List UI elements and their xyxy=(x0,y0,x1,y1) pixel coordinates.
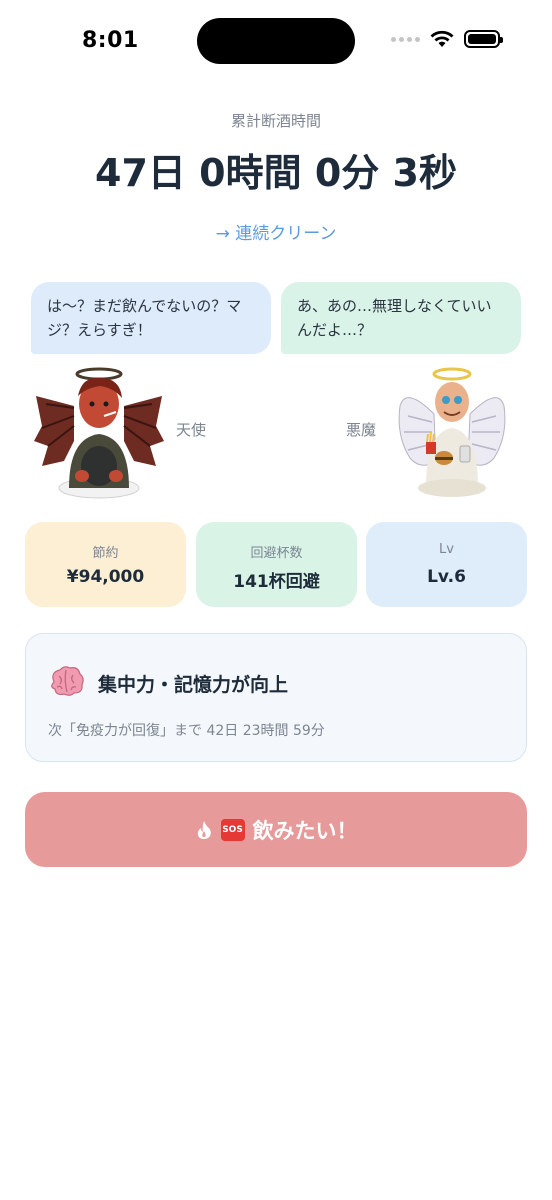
status-indicators xyxy=(391,30,503,48)
devil-character-image xyxy=(34,367,164,499)
level-label: Lv xyxy=(439,542,454,557)
angel-speech-bubble: あ、あの…無理しなくていいんだよ…？ xyxy=(281,282,521,354)
savings-label: 節約 xyxy=(92,546,119,561)
next-milestone-text: 次「免疫力が回復」まで 42日 23時間 59分 xyxy=(48,723,325,739)
status-time: 8:01 xyxy=(82,28,139,53)
wifi-icon xyxy=(430,30,454,47)
battery-icon xyxy=(464,30,503,48)
streak-link[interactable]: → 連続クリーン xyxy=(0,219,552,244)
benefit-title: 集中力・記憶力が向上 xyxy=(98,674,289,696)
status-bar: 8:01 xyxy=(0,0,552,84)
total-time-label: 累計断酒時間 xyxy=(230,112,321,130)
character-area: 天使 悪魔 xyxy=(0,364,552,504)
sos-button-label: 飲みたい！ xyxy=(252,818,358,843)
brain-icon xyxy=(51,666,84,696)
savings-value: ¥94,000 xyxy=(66,567,145,587)
angel-name-label: 天使 xyxy=(176,421,207,439)
avoided-drinks-label: 回避杯数 xyxy=(250,546,303,561)
dynamic-island xyxy=(197,18,355,64)
level-value: Lv.6 xyxy=(427,567,466,587)
devil-speech-bubble: は〜？まだ飲んでないの？マジ？えらすぎ！ xyxy=(31,282,271,354)
signal-icon xyxy=(391,36,420,42)
abstinence-timer: 47日 0時間 0分 3秒 xyxy=(95,151,457,195)
sos-craving-button[interactable]: SOS 飲みたい！ xyxy=(25,792,527,867)
level-card: Lv Lv.6 xyxy=(366,522,527,607)
flame-icon xyxy=(197,820,211,839)
savings-card: 節約 ¥94,000 xyxy=(25,522,186,607)
avoided-drinks-value: 141杯回避 xyxy=(233,572,320,592)
devil-name-label: 悪魔 xyxy=(346,421,377,439)
sos-icon: SOS xyxy=(220,818,245,841)
health-benefit-card: 集中力・記憶力が向上 次「免疫力が回復」まで 42日 23時間 59分 xyxy=(25,633,527,762)
avoided-drinks-card: 回避杯数 141杯回避 xyxy=(196,522,357,607)
angel-character-image xyxy=(398,367,506,497)
